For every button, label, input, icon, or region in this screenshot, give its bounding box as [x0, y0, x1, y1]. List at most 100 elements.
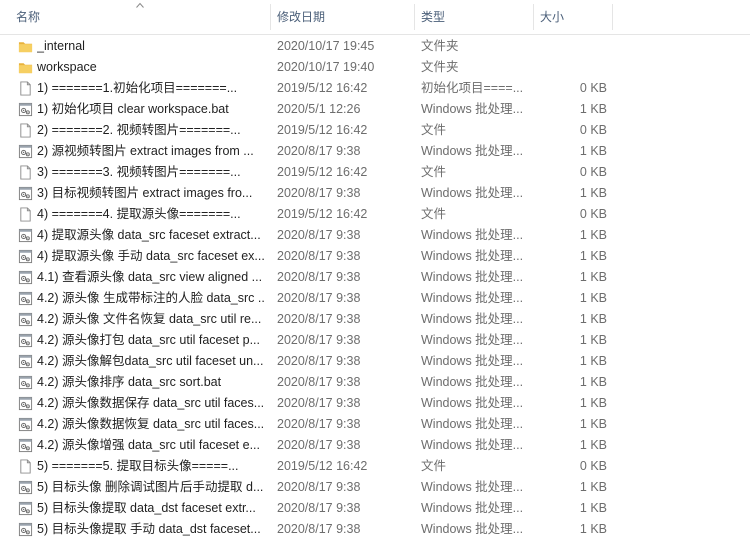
file-modified-date: 2020/8/17 9:38 [277, 144, 361, 158]
file-name: 5) 目标头像提取 data_dst faceset extr... [37, 501, 256, 515]
file-size: 1 KB [579, 480, 607, 494]
file-name: 4.2) 源头像打包 data_src util faceset p... [37, 333, 260, 347]
column-name-header[interactable]: 名称 [10, 0, 270, 34]
file-row[interactable]: 5) 目标头像 删除调试图片后手动提取 d... 2020/8/17 9:38 Wi… [0, 477, 750, 498]
file-modified-date: 2020/5/1 12:26 [277, 102, 361, 116]
file-modified-date: 2020/8/17 9:38 [277, 354, 361, 368]
file-name: 1) 初始化项目 clear workspace.bat [37, 102, 229, 116]
file-modified-date: 2020/8/17 9:38 [277, 291, 361, 305]
file-name: _internal [37, 39, 85, 53]
file-modified-date: 2020/8/17 9:38 [277, 270, 361, 284]
file-row[interactable]: 4.2) 源头像数据恢复 data_src util faces... 2020/… [0, 414, 750, 435]
file-row[interactable]: workspace 2020/10/17 19:40 文件夹 [0, 57, 750, 78]
batch-file-icon [18, 144, 33, 159]
column-size-header[interactable]: 大小 [534, 0, 612, 34]
column-divider[interactable] [612, 4, 613, 30]
folder-icon [18, 60, 33, 75]
file-type: Windows 批处理... [421, 228, 524, 242]
file-size: 0 KB [579, 459, 607, 473]
file-name: 4.2) 源头像数据恢复 data_src util faces... [37, 417, 265, 431]
file-row[interactable]: 5) 目标头像提取 data_dst faceset extr... 2020/8… [0, 498, 750, 519]
file-modified-date: 2020/8/17 9:38 [277, 249, 361, 263]
file-size: 1 KB [579, 249, 607, 263]
file-modified-date: 2020/8/17 9:38 [277, 501, 361, 515]
file-row[interactable]: 4.2) 源头像排序 data_src sort.bat 2020/8/17 9:… [0, 372, 750, 393]
file-modified-date: 2020/8/17 9:38 [277, 333, 361, 347]
batch-file-icon [18, 333, 33, 348]
file-list: _internal 2020/10/17 19:45 文件夹 workspace 202… [0, 36, 750, 540]
file-size: 1 KB [579, 396, 607, 410]
file-row[interactable]: 4.2) 源头像增强 data_src util faceset e... 202… [0, 435, 750, 456]
file-row[interactable]: 4.2) 源头像 生成带标注的人脸 data_src ... 2020/8/17 … [0, 288, 750, 309]
batch-file-icon [18, 312, 33, 327]
file-type: Windows 批处理... [421, 144, 524, 158]
batch-file-icon [18, 438, 33, 453]
file-row[interactable]: 4) 提取源头像 data_src faceset extract... 2020… [0, 225, 750, 246]
file-row[interactable]: 1) 初始化项目 clear workspace.bat 2020/5/1 12:… [0, 99, 750, 120]
batch-file-icon [18, 228, 33, 243]
file-row[interactable]: _internal 2020/10/17 19:45 文件夹 [0, 36, 750, 57]
file-modified-date: 2020/8/17 9:38 [277, 228, 361, 242]
file-modified-date: 2020/8/17 9:38 [277, 312, 361, 326]
file-name: 4.2) 源头像增强 data_src util faceset e... [37, 438, 260, 452]
file-modified-date: 2020/8/17 9:38 [277, 480, 361, 494]
file-row[interactable]: 4) 提取源头像 手动 data_src faceset ex... 2020/8… [0, 246, 750, 267]
file-name: 4.2) 源头像排序 data_src sort.bat [37, 375, 222, 389]
file-row[interactable]: 4) =======4. 提取源头像=======... 2019/5/12 16… [0, 204, 750, 225]
file-size: 1 KB [579, 333, 607, 347]
batch-file-icon [18, 396, 33, 411]
file-name: 4) =======4. 提取源头像=======... [37, 207, 241, 221]
batch-file-icon [18, 102, 33, 117]
file-row[interactable]: 2) 源视频转图片 extract images from ... 2020/8/… [0, 141, 750, 162]
file-type: Windows 批处理... [421, 333, 524, 347]
column-date-header[interactable]: 修改日期 [271, 0, 414, 34]
file-row[interactable]: 5) =======5. 提取目标头像=====... 2019/5/12 16:… [0, 456, 750, 477]
file-size: 1 KB [579, 312, 607, 326]
file-size: 1 KB [579, 291, 607, 305]
file-size: 1 KB [579, 375, 607, 389]
file-modified-date: 2019/5/12 16:42 [277, 459, 368, 473]
file-row[interactable]: 4.2) 源头像解包data_src util faceset un... 202… [0, 351, 750, 372]
file-modified-date: 2019/5/12 16:42 [277, 165, 368, 179]
file-type: Windows 批处理... [421, 438, 524, 452]
file-row[interactable]: 3) =======3. 视频转图片=======... 2019/5/12 16… [0, 162, 750, 183]
file-row[interactable]: 1) =======1.初始化项目=======... 2019/5/12 16:… [0, 78, 750, 99]
file-modified-date: 2020/8/17 9:38 [277, 186, 361, 200]
column-type-header[interactable]: 类型 [415, 0, 533, 34]
file-row[interactable]: 2) =======2. 视频转图片=======... 2019/5/12 16… [0, 120, 750, 141]
file-row[interactable]: 4.1) 查看源头像 data_src view aligned ... 2020… [0, 267, 750, 288]
file-name: 4) 提取源头像 data_src faceset extract... [37, 228, 261, 242]
file-modified-date: 2019/5/12 16:42 [277, 81, 368, 95]
file-name: 4) 提取源头像 手动 data_src faceset ex... [37, 249, 265, 263]
file-type: Windows 批处理... [421, 375, 524, 389]
file-icon [18, 207, 33, 222]
file-icon [18, 459, 33, 474]
batch-file-icon [18, 291, 33, 306]
file-size: 0 KB [579, 165, 607, 179]
batch-file-icon [18, 249, 33, 264]
file-row[interactable]: 5) 目标头像提取 手动 data_dst faceset... 2020/8/1… [0, 519, 750, 540]
file-modified-date: 2019/5/12 16:42 [277, 123, 368, 137]
file-type: 文件夹 [421, 39, 459, 53]
file-row[interactable]: 4.2) 源头像打包 data_src util faceset p... 202… [0, 330, 750, 351]
file-row[interactable]: 4.2) 源头像 文件名恢复 data_src util re... 2020/8… [0, 309, 750, 330]
file-name: 5) 目标头像提取 手动 data_dst faceset... [37, 522, 261, 536]
batch-file-icon [18, 354, 33, 369]
batch-file-icon [18, 186, 33, 201]
file-modified-date: 2020/10/17 19:40 [277, 60, 375, 74]
file-size: 1 KB [579, 438, 607, 452]
file-name: 3) 目标视频转图片 extract images fro... [37, 186, 253, 200]
file-size: 0 KB [579, 207, 607, 221]
file-modified-date: 2020/8/17 9:38 [277, 438, 361, 452]
batch-file-icon [18, 522, 33, 537]
file-row[interactable]: 3) 目标视频转图片 extract images fro... 2020/8/1… [0, 183, 750, 204]
batch-file-icon [18, 375, 33, 390]
file-row[interactable]: 4.2) 源头像数据保存 data_src util faces... 2020/… [0, 393, 750, 414]
file-size: 1 KB [579, 270, 607, 284]
file-size: 1 KB [579, 144, 607, 158]
file-name: 5) =======5. 提取目标头像=====... [37, 459, 239, 473]
file-type: Windows 批处理... [421, 354, 524, 368]
file-type: Windows 批处理... [421, 312, 524, 326]
file-type: Windows 批处理... [421, 270, 524, 284]
file-explorer: 名称 修改日期 类型 大小 _internal 2020/10/17 19:45 文… [0, 0, 750, 544]
